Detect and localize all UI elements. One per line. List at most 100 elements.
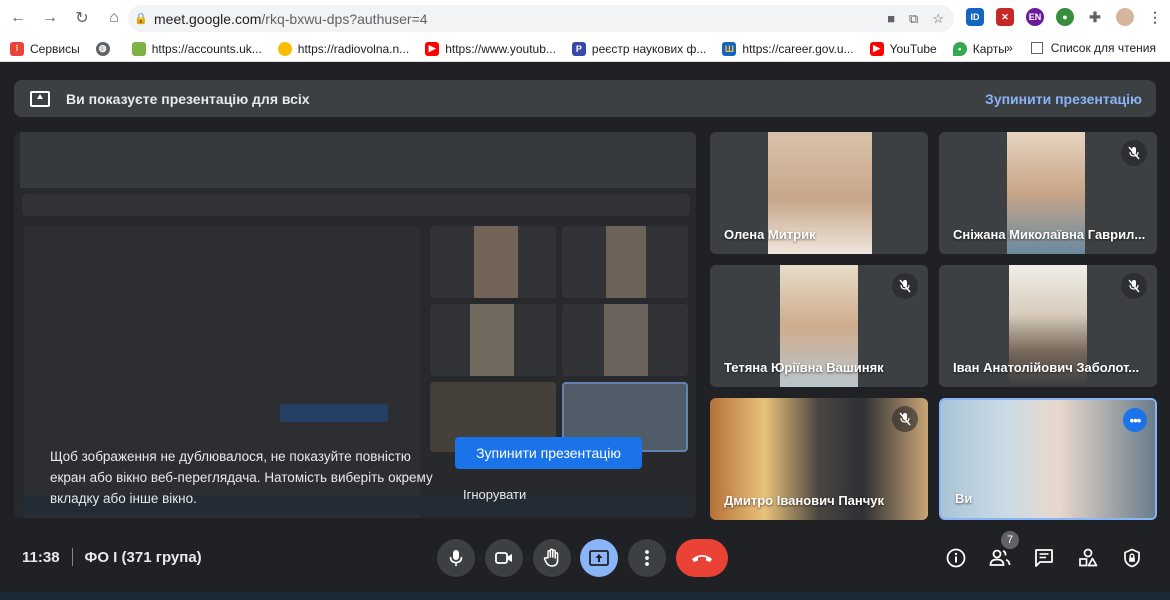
url-path: /rkq-bxwu-dps?authuser=4 bbox=[261, 10, 428, 27]
bookmark-label: https://accounts.uk... bbox=[151, 41, 262, 56]
youtube-icon: ▶ bbox=[425, 41, 440, 56]
accounts-icon bbox=[131, 41, 146, 56]
participant-tile[interactable]: Іван Анатолійович Заболот... bbox=[939, 265, 1157, 387]
host-controls-button[interactable] bbox=[1119, 545, 1145, 571]
banner-stop-button[interactable]: Зупинити презентацію bbox=[985, 91, 1142, 107]
bookmark-item[interactable]: https://accounts.uk... bbox=[131, 41, 262, 56]
participant-tile[interactable]: Тетяна Юріївна Вашиняк bbox=[710, 265, 928, 387]
microphone-button[interactable] bbox=[437, 539, 475, 577]
url-host: meet.google.com bbox=[154, 10, 262, 27]
bookmark-label: https://www.youtub... bbox=[445, 41, 556, 56]
participant-tile-self[interactable]: ••• Ви bbox=[939, 398, 1157, 520]
trident-icon: Ш bbox=[722, 41, 737, 56]
participant-name: Сніжана Миколаївна Гаврил... bbox=[953, 227, 1146, 242]
p-icon: P bbox=[571, 41, 586, 56]
info-icon bbox=[946, 548, 966, 568]
hang-up-icon bbox=[692, 555, 712, 562]
bookmark-item[interactable]: ▶ https://www.youtub... bbox=[425, 41, 556, 56]
reading-list[interactable]: Список для чтения bbox=[1030, 41, 1156, 55]
meeting-title: ФО І (371 група) bbox=[84, 548, 202, 566]
bookmark-item[interactable]: ◍ bbox=[95, 41, 116, 56]
bookmarks-overflow[interactable]: » bbox=[1006, 41, 1013, 55]
extension-en-icon[interactable]: EN bbox=[1026, 8, 1044, 26]
shield-lock-icon bbox=[1124, 548, 1140, 568]
raise-hand-button[interactable] bbox=[533, 539, 571, 577]
participant-count-badge: 7 bbox=[1001, 531, 1019, 549]
chat-icon bbox=[1035, 549, 1053, 567]
bookmark-label: реєстр наукових ф... bbox=[591, 41, 707, 56]
stop-presenting-button[interactable]: Зупинити презентацію bbox=[455, 437, 642, 469]
meeting-details-button[interactable] bbox=[943, 545, 969, 571]
bookmark-item[interactable]: • Карты bbox=[952, 41, 1007, 56]
meeting-info: 11:38 ФО І (371 група) bbox=[22, 548, 202, 566]
mic-icon bbox=[449, 550, 463, 566]
maps-icon: • bbox=[952, 41, 967, 56]
present-now-button[interactable] bbox=[580, 539, 618, 577]
participant-name: Олена Митрик bbox=[724, 227, 816, 242]
leave-call-button[interactable] bbox=[676, 539, 728, 577]
extension-id-icon[interactable]: ID bbox=[966, 8, 984, 26]
participant-tile[interactable]: Сніжана Миколаївна Гаврил... bbox=[939, 132, 1157, 254]
camera-button[interactable] bbox=[485, 539, 523, 577]
url-field[interactable]: 🔒 meet.google.com/rkq-bxwu-dps?authuser=… bbox=[128, 5, 954, 32]
apps-icon: ⁝ bbox=[10, 41, 24, 56]
reading-list-label: Список для чтения bbox=[1050, 41, 1156, 55]
activities-icon bbox=[1079, 548, 1098, 567]
extensions-area: ID ✕ EN ● ✚ ⋮ bbox=[966, 8, 1164, 26]
more-options-icon[interactable]: ••• bbox=[1123, 408, 1147, 432]
bookmark-item[interactable]: Pреєстр наукових ф... bbox=[571, 41, 707, 56]
extension-green-icon[interactable]: ● bbox=[1056, 8, 1074, 26]
participant-name: Тетяна Юріївна Вашиняк bbox=[724, 360, 884, 375]
bookmark-item[interactable]: Шhttps://career.gov.u... bbox=[722, 41, 854, 56]
presenting-banner: Ви показуєте презентацію для всіх Зупини… bbox=[14, 80, 1156, 117]
avatar[interactable] bbox=[1116, 8, 1134, 26]
bookmark-item[interactable]: https://radiovolna.n... bbox=[277, 41, 409, 56]
mic-off-icon bbox=[892, 273, 918, 299]
participant-name: Дмитро Іванович Панчук bbox=[724, 493, 885, 508]
reload-icon[interactable]: ↻ bbox=[68, 4, 96, 32]
os-taskbar bbox=[0, 592, 1170, 600]
banner-text: Ви показуєте презентацію для всіх bbox=[66, 90, 310, 107]
participant-tile[interactable]: Олена Митрик bbox=[710, 132, 928, 254]
star-icon[interactable]: ☆ bbox=[932, 11, 944, 27]
extension-flag-icon[interactable]: ✕ bbox=[996, 8, 1014, 26]
hand-icon bbox=[543, 548, 559, 567]
more-vert-icon bbox=[645, 550, 649, 566]
camera-icon[interactable]: ■ bbox=[887, 11, 895, 26]
bookmarks-bar: ⁝ Сервисы ◍ https://accounts.uk... https:… bbox=[0, 36, 1170, 62]
radio-icon bbox=[277, 41, 292, 56]
video-icon bbox=[495, 552, 512, 564]
bookmark-item[interactable]: ⁝ Сервисы bbox=[10, 41, 80, 56]
ignore-button[interactable]: Ігнорувати bbox=[463, 487, 526, 502]
forward-icon[interactable]: → bbox=[36, 4, 64, 32]
chat-button[interactable] bbox=[1031, 545, 1057, 571]
more-options-button[interactable] bbox=[628, 539, 666, 577]
bookmark-item[interactable]: ▶ YouTube bbox=[869, 41, 937, 56]
back-icon[interactable]: ← bbox=[4, 4, 32, 32]
bookmark-label: Карты bbox=[972, 41, 1007, 56]
reading-list-icon bbox=[1030, 42, 1043, 54]
participant-name: Іван Анатолійович Заболот... bbox=[953, 360, 1140, 375]
people-icon bbox=[989, 549, 1011, 566]
present-screen-icon bbox=[589, 550, 609, 566]
mic-off-icon bbox=[892, 406, 918, 432]
bookmark-label: https://career.gov.u... bbox=[742, 41, 854, 56]
menu-icon[interactable]: ⋮ bbox=[1146, 8, 1164, 26]
puzzle-icon[interactable]: ✚ bbox=[1086, 8, 1104, 26]
bookmark-label: Сервисы bbox=[30, 41, 80, 56]
home-icon[interactable]: ⌂ bbox=[100, 4, 128, 32]
present-screen-icon bbox=[30, 90, 50, 107]
translate-icon[interactable]: ⧉ bbox=[909, 11, 918, 27]
mirror-warning-text: Щоб зображення не дублювалося, не показу… bbox=[50, 449, 433, 506]
youtube-icon: ▶ bbox=[869, 41, 884, 56]
browser-address-bar: ← → ↻ ⌂ 🔒 meet.google.com/rkq-bxwu-dps?a… bbox=[0, 0, 1170, 36]
meeting-controls-bar: 11:38 ФО І (371 група) bbox=[0, 530, 1170, 592]
mic-off-icon bbox=[1121, 140, 1147, 166]
lock-icon: 🔒 bbox=[134, 13, 148, 25]
meeting-time: 11:38 bbox=[22, 548, 60, 566]
participant-name: Ви bbox=[955, 491, 973, 506]
participant-tile[interactable]: Дмитро Іванович Панчук bbox=[710, 398, 928, 520]
mic-off-icon bbox=[1121, 273, 1147, 299]
activities-button[interactable] bbox=[1075, 545, 1101, 571]
bookmark-label: YouTube bbox=[889, 41, 937, 56]
